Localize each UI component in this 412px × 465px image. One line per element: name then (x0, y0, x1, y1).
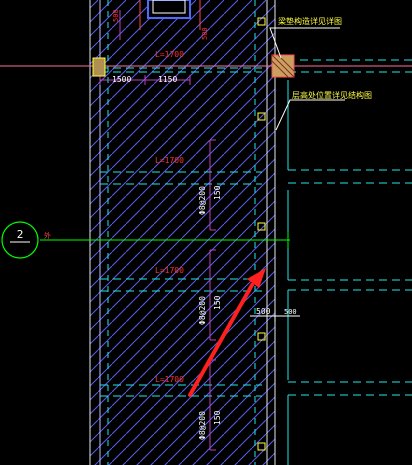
dimension-1150: 1150 (158, 75, 177, 84)
floor-note-text: 层高处位置详见结构图 (292, 90, 372, 100)
rebar-len-1: 150 (213, 185, 222, 200)
dimension-1500: 1500 (112, 75, 131, 84)
hatch-region (90, 0, 275, 465)
axis-tag: 外 (44, 231, 51, 240)
rebar-label-1: Φ8@200 (198, 186, 207, 215)
column-section[interactable] (271, 54, 295, 78)
column-note-text: 梁垫构造详见详图 (278, 16, 342, 26)
axis-bubble-label: 2 (17, 228, 24, 241)
top-label-left: 500 (112, 9, 120, 22)
slab-label-3: L=1700 (155, 266, 184, 275)
rebar-label-2: Φ8@200 (198, 296, 207, 325)
cad-drawing-canvas[interactable]: 2 外 梁垫构造详见详图 层高处位置详见结构图 1500 1150 500 50… (0, 0, 412, 465)
top-label-right: 500 (201, 27, 209, 40)
slab-label-1: L=1700 (155, 50, 184, 59)
slab-label-2: L=1700 (155, 156, 184, 165)
slab-label-4: L=1700 (155, 375, 184, 384)
rebar-len-2: 150 (213, 295, 222, 310)
rebar-label-3: Φ8@200 (198, 411, 207, 440)
dimension-500: 500 (256, 307, 271, 316)
left-column-section[interactable] (92, 57, 106, 77)
rebar-len-3: 150 (213, 410, 222, 425)
dimension-500b: 500 (284, 308, 297, 316)
